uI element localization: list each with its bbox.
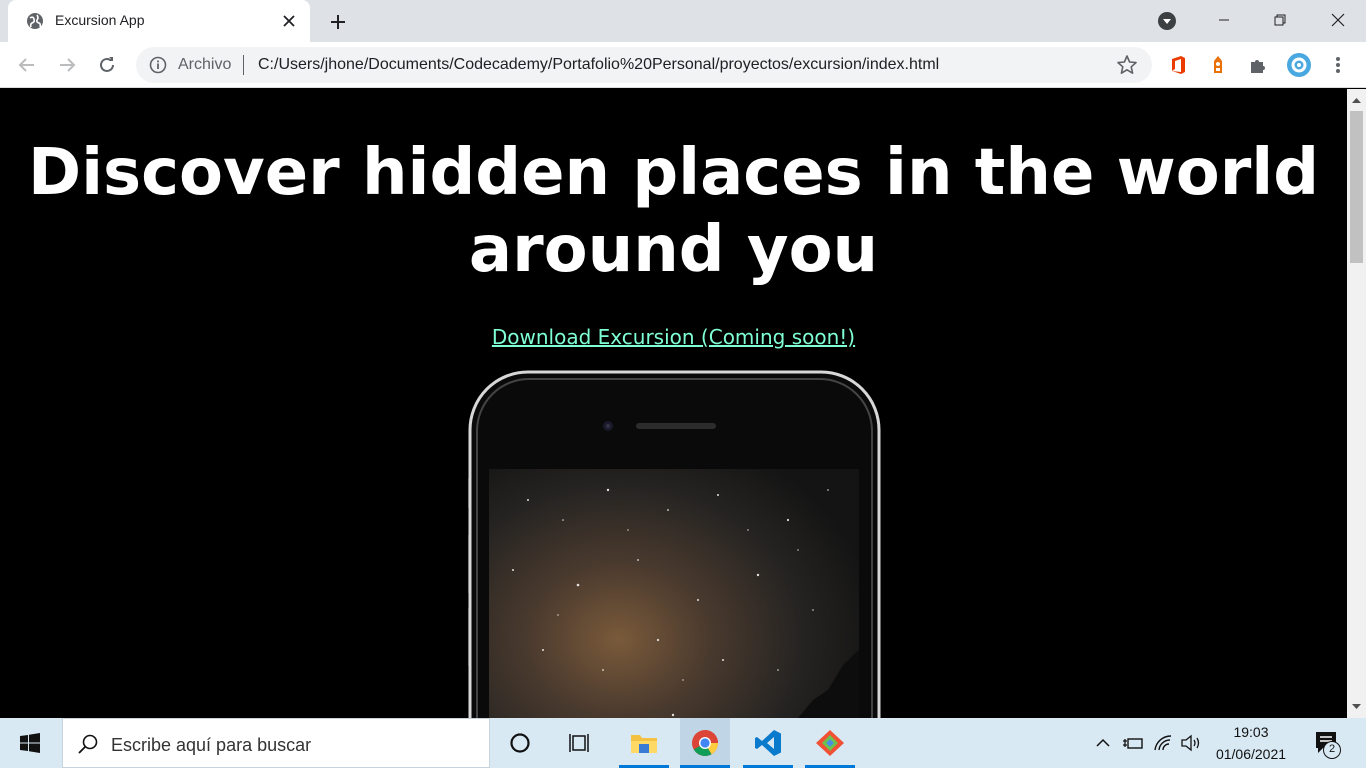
- chevron-up-icon: [1096, 738, 1110, 747]
- extension-icon: [1214, 56, 1222, 73]
- office-icon: [1172, 56, 1185, 74]
- chrome-icon: [692, 730, 719, 757]
- extension-button[interactable]: [1204, 51, 1232, 79]
- download-link[interactable]: Download Excursion (Coming soon!): [0, 325, 1347, 349]
- file-explorer-button[interactable]: [619, 718, 669, 768]
- page-scrollbar[interactable]: [1347, 89, 1366, 718]
- extensions-menu-button[interactable]: [1244, 51, 1272, 79]
- wifi-icon: [1154, 735, 1172, 751]
- omnibox-separator: [243, 55, 244, 75]
- vscode-taskbar-button[interactable]: [743, 718, 793, 768]
- close-icon: [1331, 13, 1345, 27]
- taskbar: Escribe aquí para buscar 19:03 01/06/202…: [0, 718, 1366, 768]
- phone-mockup: [468, 370, 881, 718]
- scroll-down-arrow-icon[interactable]: [1351, 701, 1362, 712]
- show-hidden-icons-button[interactable]: [1091, 731, 1115, 755]
- chrome-menu-button[interactable]: [1324, 51, 1352, 79]
- volume-tray-button[interactable]: [1179, 731, 1203, 755]
- kebab-menu-icon: [1336, 57, 1340, 73]
- speaker-icon: [1181, 734, 1200, 752]
- restore-button[interactable]: [1252, 0, 1308, 40]
- address-bar[interactable]: Archivo C:/Users/jhone/Documents/Codecad…: [136, 47, 1152, 83]
- puzzle-icon: [1251, 60, 1265, 73]
- omnibox-scheme-label: Archivo: [178, 56, 232, 73]
- back-icon: [18, 58, 34, 72]
- back-button[interactable]: [11, 49, 43, 81]
- start-button[interactable]: [0, 718, 60, 768]
- restore-icon: [1274, 14, 1286, 26]
- folder-icon: [631, 735, 657, 753]
- cortana-icon: [510, 733, 530, 753]
- wifi-tray-button[interactable]: [1151, 731, 1175, 755]
- windows-logo-icon: [20, 733, 40, 753]
- info-icon[interactable]: [149, 56, 167, 74]
- taskbar-search-box[interactable]: Escribe aquí para buscar: [62, 718, 490, 768]
- vscode-icon: [755, 730, 781, 756]
- forward-icon: [60, 58, 76, 72]
- cortana-button[interactable]: [495, 718, 545, 768]
- page-viewport: Discover hidden places in the world arou…: [0, 89, 1347, 718]
- star-icon[interactable]: [1116, 54, 1138, 76]
- browser-tab[interactable]: Excursion App: [8, 0, 310, 42]
- action-center-button[interactable]: 2: [1310, 728, 1344, 760]
- clock-time[interactable]: 19:03: [1216, 724, 1286, 740]
- task-view-icon: [569, 734, 589, 752]
- hero-headline: Discover hidden places in the world arou…: [27, 136, 1320, 287]
- battery-plug-icon: [1123, 738, 1143, 749]
- reload-button[interactable]: [91, 49, 123, 81]
- globe-icon: [27, 13, 43, 29]
- profile-icon: [1287, 53, 1311, 77]
- close-icon: [283, 15, 295, 27]
- notification-count-badge: 2: [1323, 741, 1341, 759]
- minimize-button[interactable]: [1196, 0, 1252, 40]
- new-tab-button[interactable]: [324, 8, 352, 36]
- profile-button[interactable]: [1285, 51, 1313, 79]
- chevron-down-icon: [1158, 12, 1176, 30]
- url-text[interactable]: C:/Users/jhone/Documents/Codecademy/Port…: [258, 56, 939, 74]
- reload-icon: [100, 57, 114, 72]
- forward-button[interactable]: [51, 49, 83, 81]
- office-extension-button[interactable]: [1164, 51, 1192, 79]
- git-app-icon: [816, 730, 844, 756]
- power-tray-button[interactable]: [1121, 731, 1145, 755]
- scrollbar-thumb[interactable]: [1350, 111, 1363, 263]
- search-placeholder: Escribe aquí para buscar: [111, 735, 312, 755]
- search-icon: [78, 734, 98, 754]
- task-view-button[interactable]: [555, 718, 605, 768]
- tab-title: Excursion App: [55, 12, 145, 28]
- browser-toolbar: Archivo C:/Users/jhone/Documents/Codecad…: [0, 42, 1366, 88]
- tab-search-button[interactable]: [1155, 9, 1179, 33]
- scroll-up-arrow-icon[interactable]: [1351, 95, 1362, 106]
- git-app-taskbar-button[interactable]: [805, 718, 855, 768]
- tab-strip: Excursion App: [0, 0, 1366, 42]
- minimize-icon: [1219, 19, 1229, 21]
- clock-date[interactable]: 01/06/2021: [1208, 746, 1294, 762]
- tab-close-button[interactable]: [278, 10, 300, 32]
- close-window-button[interactable]: [1310, 0, 1366, 40]
- plus-icon: [331, 15, 345, 29]
- chrome-taskbar-button[interactable]: [680, 718, 730, 768]
